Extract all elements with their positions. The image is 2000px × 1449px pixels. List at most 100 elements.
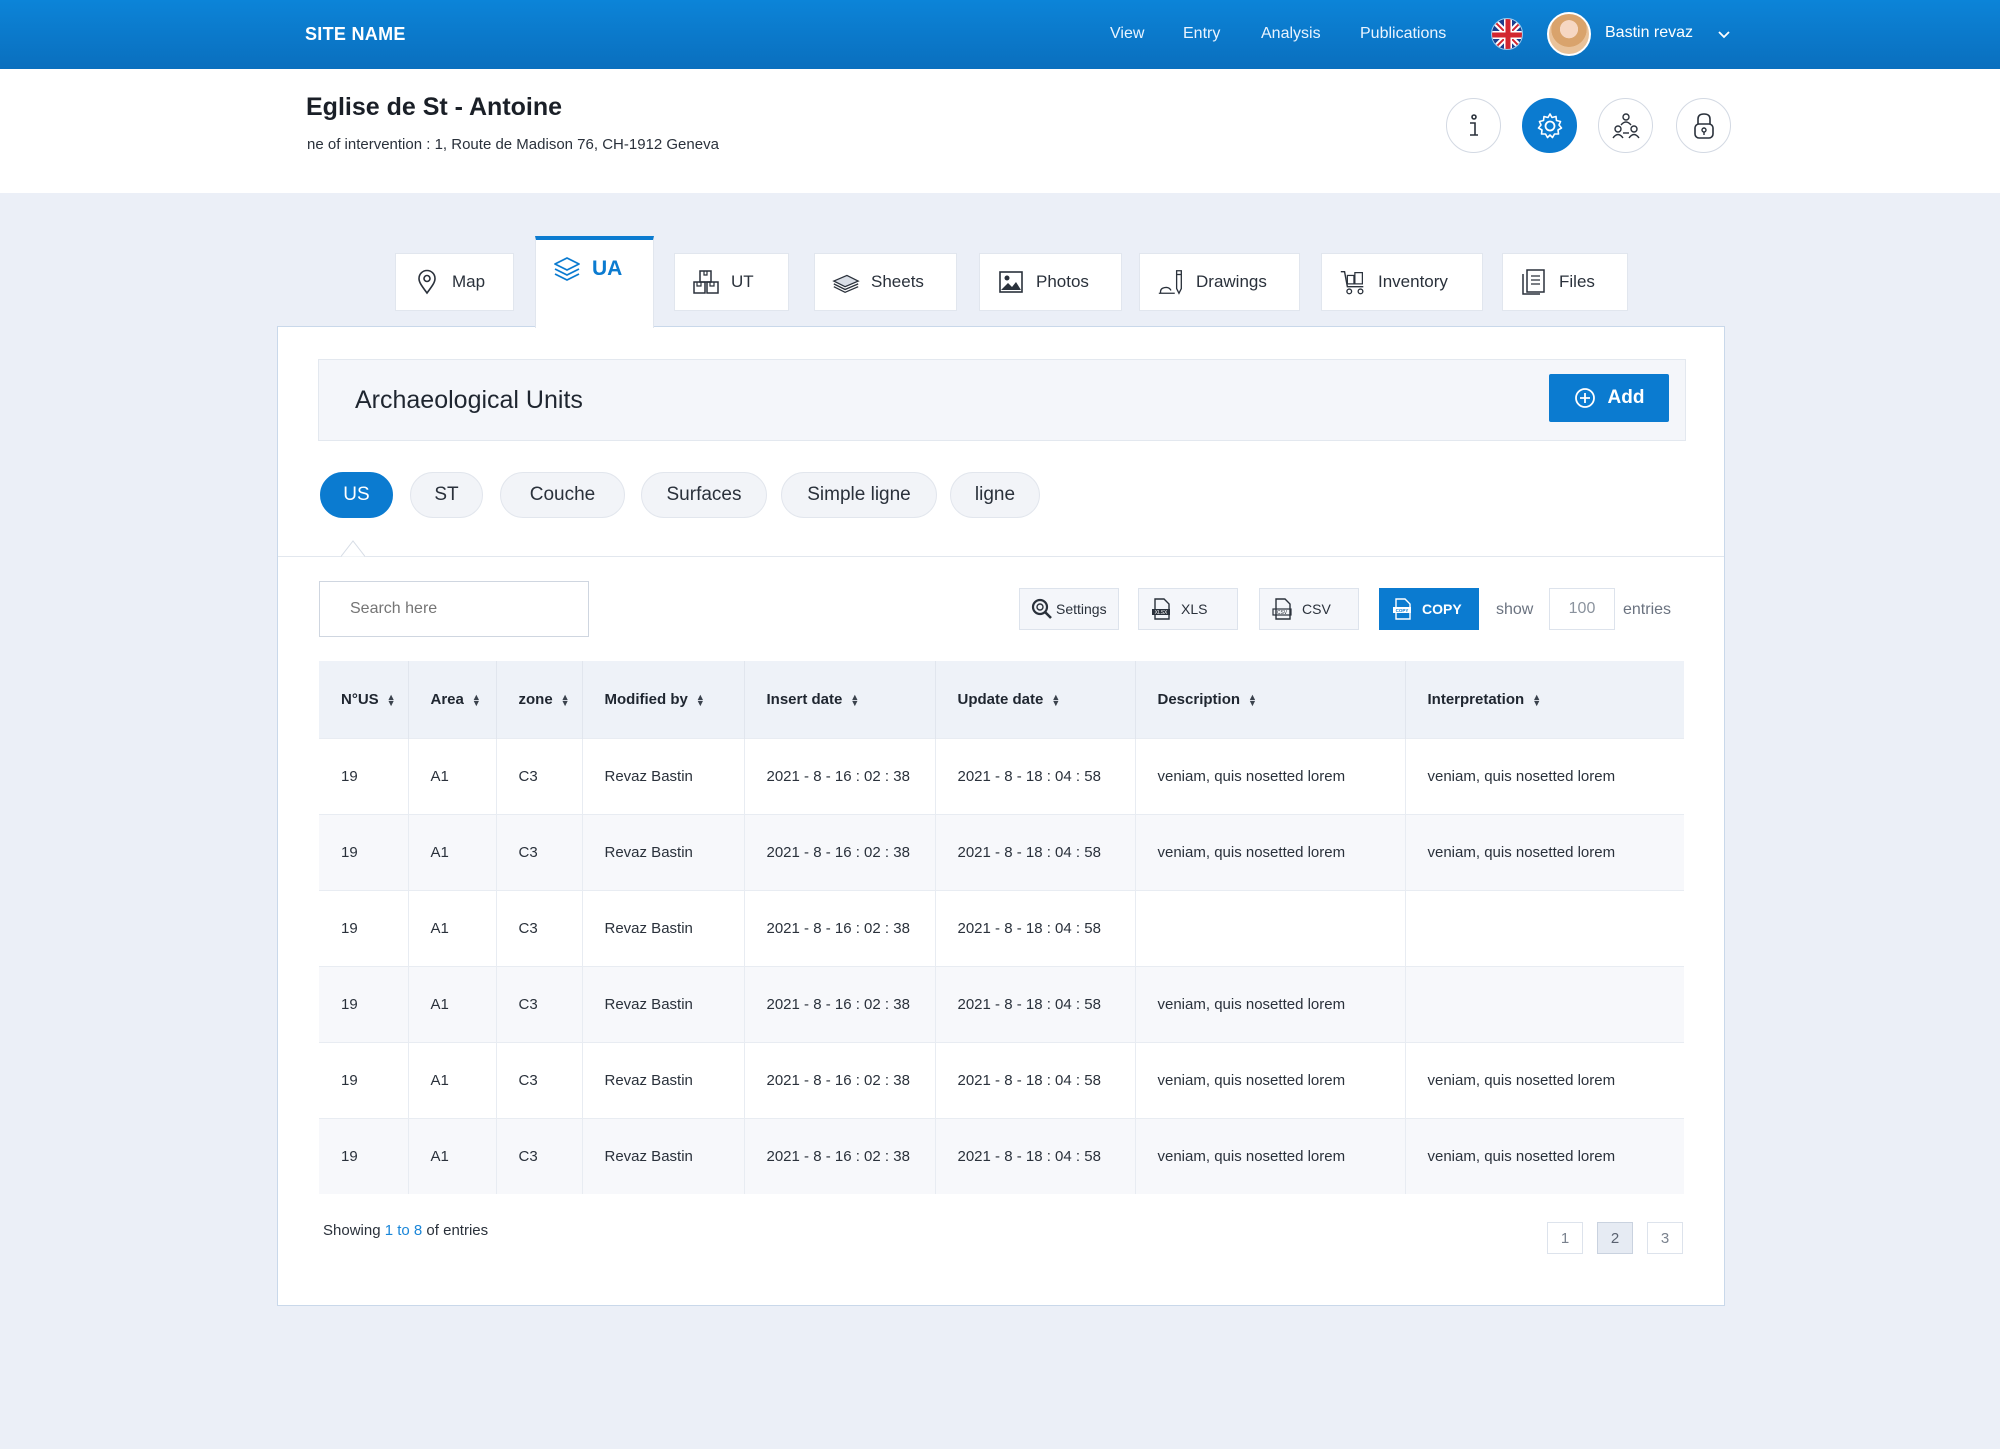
page-button-3[interactable]: 3 — [1647, 1222, 1683, 1254]
column-header[interactable]: Description ▲ ▼ — [1135, 661, 1406, 738]
table-cell: veniam, quis nosetted lorem — [1405, 737, 1684, 814]
pill-ligne[interactable]: ligne — [950, 472, 1040, 518]
tab-ua[interactable]: UA — [535, 236, 654, 328]
table-cell: 2021 - 8 - 18 : 04 : 58 — [935, 965, 1136, 1042]
column-header[interactable]: Modified by ▲ ▼ — [582, 661, 745, 738]
csv-export-label: CSV — [1302, 601, 1331, 617]
table-cell: Revaz Bastin — [582, 737, 745, 814]
pill-simple-ligne[interactable]: Simple ligne — [781, 472, 937, 518]
column-header[interactable]: Insert date ▲ ▼ — [744, 661, 936, 738]
tab-drawings[interactable]: Drawings — [1139, 253, 1300, 311]
pill-couche[interactable]: Couche — [500, 472, 625, 518]
chevron-down-icon[interactable] — [1717, 27, 1731, 41]
sort-arrows-icon[interactable]: ▲ ▼ — [472, 692, 481, 707]
tab-ut[interactable]: UT — [674, 253, 789, 311]
user-avatar[interactable] — [1547, 12, 1591, 56]
table-cell: 2021 - 8 - 16 : 02 : 38 — [744, 813, 936, 890]
tab-files[interactable]: Files — [1502, 253, 1628, 311]
table-cell: 2021 - 8 - 16 : 02 : 38 — [744, 1041, 936, 1118]
project-header: Eglise de St - Antoine ne of interventio… — [0, 69, 2000, 193]
table-row[interactable]: 19 A1 C3 Revaz Bastin 2021 - 8 - 16 : 02 : 3… — [319, 737, 1684, 814]
csv-file-icon: CSV — [1272, 598, 1292, 620]
team-button[interactable] — [1598, 98, 1653, 153]
column-header-label: Update date — [957, 690, 1044, 708]
table-cell: 2021 - 8 - 18 : 04 : 58 — [935, 737, 1136, 814]
table-cell: 19 — [319, 737, 409, 814]
tab-map[interactable]: Map — [395, 253, 514, 311]
table-cell: 19 — [319, 813, 409, 890]
nav-analysis[interactable]: Analysis — [1261, 25, 1321, 43]
info-icon — [1469, 113, 1478, 136]
column-header[interactable]: N°US ▲ ▼ — [319, 661, 409, 738]
pill-st[interactable]: ST — [410, 472, 483, 518]
showing-prefix: Showing — [323, 1222, 381, 1239]
table-row[interactable]: 19 A1 C3 Revaz Bastin 2021 - 8 - 16 : 02 : 3… — [319, 889, 1684, 966]
add-button-label: Add — [1607, 387, 1645, 408]
column-header-label: Interpretation — [1427, 690, 1525, 708]
sort-arrows-icon[interactable]: ▲ ▼ — [1051, 692, 1060, 707]
page-button-2[interactable]: 2 — [1597, 1222, 1633, 1254]
lock-button[interactable] — [1676, 98, 1731, 153]
uk-flag-icon[interactable] — [1491, 18, 1523, 50]
page-button-1[interactable]: 1 — [1547, 1222, 1583, 1254]
photo-icon — [996, 267, 1026, 297]
user-name[interactable]: Bastin revaz — [1605, 24, 1693, 42]
sort-arrows-icon[interactable]: ▲ ▼ — [1248, 692, 1257, 707]
column-header[interactable]: zone ▲ ▼ — [496, 661, 583, 738]
table-row[interactable]: 19 A1 C3 Revaz Bastin 2021 - 8 - 16 : 02 : 3… — [319, 965, 1684, 1042]
pill-surfaces[interactable]: Surfaces — [641, 472, 767, 518]
table-cell: C3 — [496, 965, 583, 1042]
table-body: 19 A1 C3 Revaz Bastin 2021 - 8 - 16 : 02 : 3… — [319, 737, 1684, 1194]
plus-circle-icon — [1574, 388, 1595, 408]
table-cell: veniam, quis nosetted lorem — [1135, 1041, 1406, 1118]
table-row[interactable]: 19 A1 C3 Revaz Bastin 2021 - 8 - 16 : 02 : 3… — [319, 813, 1684, 890]
site-name[interactable]: SITE NAME — [305, 24, 406, 45]
table-cell: 2021 - 8 - 16 : 02 : 38 — [744, 737, 936, 814]
copy-button[interactable]: COPY COPY — [1379, 588, 1479, 630]
caret-up-icon — [341, 540, 365, 557]
sort-arrows-icon[interactable]: ▲ ▼ — [561, 692, 570, 707]
showing-suffix: of entries — [426, 1222, 489, 1239]
drawing-pencil-icon — [1156, 267, 1186, 297]
nav-publications[interactable]: Publications — [1360, 25, 1446, 43]
table-cell: A1 — [408, 889, 497, 966]
pill-divider — [278, 556, 1724, 557]
pill-us[interactable]: US — [320, 472, 393, 518]
table-cell: Revaz Bastin — [582, 889, 745, 966]
csv-export-button[interactable]: CSV CSV — [1259, 588, 1359, 630]
tab-sheets[interactable]: Sheets — [814, 253, 957, 311]
layers-icon — [552, 254, 582, 284]
column-header[interactable]: Area ▲ ▼ — [408, 661, 497, 738]
units-table: N°US ▲ ▼ Area ▲ ▼ zone ▲ ▼ Modified by ▲ ▼ Insert da… — [319, 661, 1684, 1194]
sort-arrows-icon[interactable]: ▲ ▼ — [387, 692, 396, 707]
tab-photos[interactable]: Photos — [979, 253, 1122, 311]
search-input[interactable] — [319, 581, 589, 637]
sort-arrows-icon[interactable]: ▲ ▼ — [1532, 692, 1541, 707]
column-header[interactable]: Interpretation ▲ ▼ — [1405, 661, 1684, 738]
add-button[interactable]: Add — [1549, 374, 1669, 422]
table-cell: 2021 - 8 - 16 : 02 : 38 — [744, 965, 936, 1042]
table-row[interactable]: 19 A1 C3 Revaz Bastin 2021 - 8 - 16 : 02 : 3… — [319, 1041, 1684, 1118]
table-cell: Revaz Bastin — [582, 1041, 745, 1118]
nav-entry[interactable]: Entry — [1183, 25, 1220, 43]
table-cell: A1 — [408, 1041, 497, 1118]
table-cell: 2021 - 8 - 18 : 04 : 58 — [935, 889, 1136, 966]
settings-gear-icon — [1537, 112, 1562, 138]
info-button[interactable] — [1446, 98, 1501, 153]
table-row[interactable]: 19 A1 C3 Revaz Bastin 2021 - 8 - 16 : 02 : 3… — [319, 1117, 1684, 1194]
column-header[interactable]: Update date ▲ ▼ — [935, 661, 1136, 738]
nav-view[interactable]: View — [1110, 25, 1144, 43]
entries-count-input[interactable] — [1549, 588, 1615, 630]
settings-tool-button[interactable]: Settings — [1019, 588, 1119, 630]
table-cell: 2021 - 8 - 16 : 02 : 38 — [744, 889, 936, 966]
settings-button[interactable] — [1522, 98, 1577, 153]
tab-inventory[interactable]: Inventory — [1321, 253, 1483, 311]
section-title: Archaeological Units — [355, 386, 583, 414]
table-cell: 2021 - 8 - 18 : 04 : 58 — [935, 1041, 1136, 1118]
sort-arrows-icon[interactable]: ▲ ▼ — [696, 692, 705, 707]
table-cell: veniam, quis nosetted lorem — [1135, 965, 1406, 1042]
sort-arrows-icon[interactable]: ▲ ▼ — [850, 692, 859, 707]
column-header-label: Description — [1157, 690, 1241, 708]
tab-drawings-label: Drawings — [1196, 272, 1267, 291]
xls-export-button[interactable]: XLSX XLS — [1138, 588, 1238, 630]
